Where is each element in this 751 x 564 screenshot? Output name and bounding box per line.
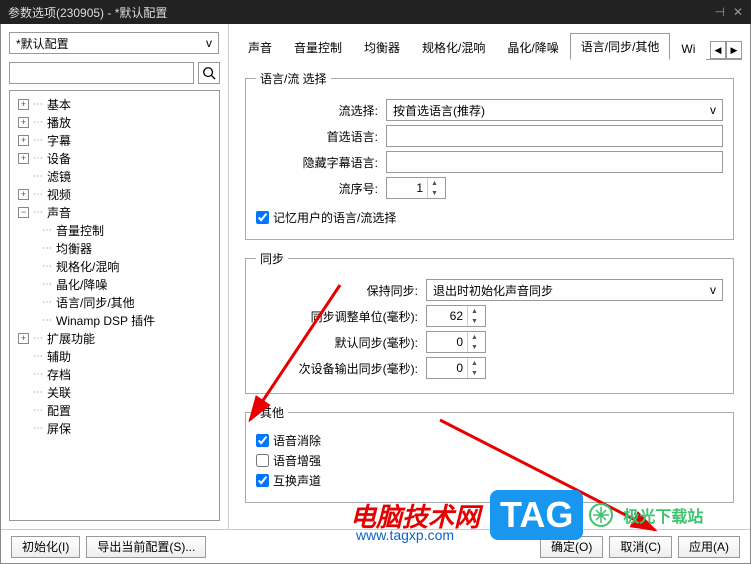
- spinner-down-icon[interactable]: ▼: [428, 188, 441, 198]
- hide-sub-input[interactable]: [386, 151, 723, 173]
- default-sync-label: 默认同步(毫秒):: [256, 334, 426, 351]
- cancel-button[interactable]: 取消(C): [609, 536, 672, 558]
- collapse-icon[interactable]: −: [18, 207, 29, 218]
- stream-select-label: 流选择:: [256, 102, 386, 119]
- spinner-up-icon[interactable]: ▲: [468, 306, 481, 316]
- tree-item-crystal[interactable]: ⋯晶化/降噪: [12, 275, 217, 293]
- swap-channels-checkbox[interactable]: [256, 474, 269, 487]
- spinner-down-icon[interactable]: ▼: [468, 368, 481, 378]
- search-icon: [202, 66, 216, 80]
- secondary-sync-label: 次设备输出同步(毫秒):: [256, 360, 426, 377]
- other-group: 其他 语音消除 语音增强 互换声道: [245, 404, 734, 503]
- spinner-down-icon[interactable]: ▼: [468, 316, 481, 326]
- stream-no-label: 流序号:: [256, 180, 386, 197]
- keep-sync-label: 保持同步:: [256, 282, 426, 299]
- tree-item-winamp[interactable]: ⋯Winamp DSP 插件: [12, 311, 217, 329]
- window-controls: ⊣ ✕: [714, 5, 743, 19]
- tree-item-volume[interactable]: ⋯音量控制: [12, 221, 217, 239]
- tree-item-device[interactable]: +⋯设备: [12, 149, 217, 167]
- tree-item-assist[interactable]: ⋯辅助: [12, 347, 217, 365]
- expand-icon[interactable]: +: [18, 135, 29, 146]
- spinner-up-icon[interactable]: ▲: [468, 332, 481, 342]
- expand-icon[interactable]: +: [18, 153, 29, 164]
- voice-removal-checkbox[interactable]: [256, 434, 269, 447]
- hide-sub-label: 隐藏字幕语言:: [256, 154, 386, 171]
- expand-icon[interactable]: +: [18, 99, 29, 110]
- titlebar: 参数选项(230905) - *默认配置 ⊣ ✕: [0, 0, 751, 24]
- group-legend: 语言/流 选择: [256, 70, 331, 87]
- window-title: 参数选项(230905) - *默认配置: [8, 4, 167, 21]
- pref-lang-input[interactable]: [386, 125, 723, 147]
- ok-button[interactable]: 确定(O): [540, 536, 603, 558]
- expand-icon[interactable]: +: [18, 333, 29, 344]
- chevron-down-icon: v: [710, 283, 716, 297]
- apply-button[interactable]: 应用(A): [678, 536, 740, 558]
- secondary-sync-spinner[interactable]: ▲▼: [426, 357, 486, 379]
- voice-enhance-label: 语音增强: [273, 452, 321, 469]
- expand-icon[interactable]: +: [18, 117, 29, 128]
- tree-item-normalize[interactable]: ⋯规格化/混响: [12, 257, 217, 275]
- swap-channels-label: 互换声道: [273, 472, 321, 489]
- tree-item-play[interactable]: +⋯播放: [12, 113, 217, 131]
- tree-item-eq[interactable]: ⋯均衡器: [12, 239, 217, 257]
- bottom-bar: 初始化(I) 导出当前配置(S)... 确定(O) 取消(C) 应用(A): [1, 529, 750, 563]
- tree-item-filter[interactable]: ⋯滤镜: [12, 167, 217, 185]
- export-button[interactable]: 导出当前配置(S)...: [86, 536, 206, 558]
- config-dropdown[interactable]: *默认配置 v: [9, 32, 219, 54]
- tab-eq[interactable]: 均衡器: [353, 34, 411, 60]
- tree-item-archive[interactable]: ⋯存档: [12, 365, 217, 383]
- expand-icon[interactable]: +: [18, 189, 29, 200]
- tree-item-assoc[interactable]: ⋯关联: [12, 383, 217, 401]
- tree-item-config[interactable]: ⋯配置: [12, 401, 217, 419]
- settings-tree[interactable]: +⋯基本 +⋯播放 +⋯字幕 +⋯设备 ⋯滤镜 +⋯视频 −⋯声音 ⋯音量控制 …: [9, 90, 220, 521]
- spinner-up-icon[interactable]: ▲: [468, 358, 481, 368]
- tabs: 声音 音量控制 均衡器 规格化/混响 晶化/降噪 语言/同步/其他 Wi ◀ ▶: [237, 32, 742, 60]
- tab-volume[interactable]: 音量控制: [283, 34, 353, 60]
- stream-select-dropdown[interactable]: 按首选语言(推荐) v: [386, 99, 723, 121]
- voice-enhance-checkbox[interactable]: [256, 454, 269, 467]
- search-button[interactable]: [198, 62, 220, 84]
- tree-item-language[interactable]: ⋯语言/同步/其他: [12, 293, 217, 311]
- chevron-down-icon: v: [206, 36, 212, 50]
- spinner-down-icon[interactable]: ▼: [468, 342, 481, 352]
- tree-item-sound[interactable]: −⋯声音: [12, 203, 217, 221]
- remember-lang-label: 记忆用户的语言/流选择: [273, 209, 396, 226]
- keep-sync-dropdown[interactable]: 退出时初始化声音同步 v: [426, 279, 723, 301]
- tab-sound[interactable]: 声音: [237, 34, 283, 60]
- search-input[interactable]: [9, 62, 194, 84]
- default-sync-spinner[interactable]: ▲▼: [426, 331, 486, 353]
- tree-item-screensaver[interactable]: ⋯屏保: [12, 419, 217, 437]
- tab-crystal[interactable]: 晶化/降噪: [496, 34, 569, 60]
- sync-group: 同步 保持同步: 退出时初始化声音同步 v 同步调整单位(毫秒): ▲▼: [245, 250, 734, 394]
- tab-normalize[interactable]: 规格化/混响: [411, 34, 496, 60]
- pin-icon[interactable]: ⊣: [714, 5, 724, 19]
- spinner-up-icon[interactable]: ▲: [428, 178, 441, 188]
- tab-scroll-right[interactable]: ▶: [726, 41, 742, 59]
- adjust-unit-spinner[interactable]: ▲▼: [426, 305, 486, 327]
- close-icon[interactable]: ✕: [733, 5, 743, 19]
- adjust-unit-label: 同步调整单位(毫秒):: [256, 308, 426, 325]
- tab-scroll-left[interactable]: ◀: [710, 41, 726, 59]
- init-button[interactable]: 初始化(I): [11, 536, 80, 558]
- tree-item-basic[interactable]: +⋯基本: [12, 95, 217, 113]
- tab-wi[interactable]: Wi: [670, 37, 706, 60]
- stream-no-spinner[interactable]: ▲▼: [386, 177, 446, 199]
- group-legend: 同步: [256, 250, 288, 267]
- tab-language[interactable]: 语言/同步/其他: [570, 33, 671, 60]
- pref-lang-label: 首选语言:: [256, 128, 386, 145]
- group-legend: 其他: [256, 404, 288, 421]
- tree-item-video[interactable]: +⋯视频: [12, 185, 217, 203]
- voice-removal-label: 语音消除: [273, 432, 321, 449]
- tree-item-subtitle[interactable]: +⋯字幕: [12, 131, 217, 149]
- chevron-down-icon: v: [710, 103, 716, 117]
- config-dropdown-value: *默认配置: [16, 35, 69, 52]
- tree-item-extend[interactable]: +⋯扩展功能: [12, 329, 217, 347]
- remember-lang-checkbox[interactable]: [256, 211, 269, 224]
- language-stream-group: 语言/流 选择 流选择: 按首选语言(推荐) v 首选语言: 隐藏字幕语言:: [245, 70, 734, 240]
